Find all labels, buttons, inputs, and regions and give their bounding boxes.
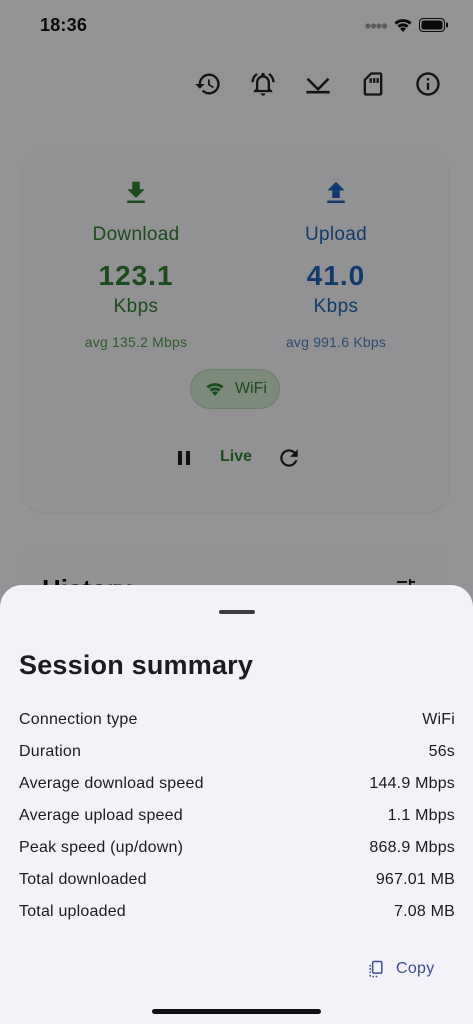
summary-row: Total uploaded 7.08 MB	[19, 899, 455, 931]
summary-row-value: 144.9 Mbps	[369, 775, 455, 792]
sheet-title: Session summary	[19, 650, 254, 680]
summary-row: Average upload speed 1.1 Mbps	[19, 803, 455, 835]
summary-row-value: WiFi	[422, 711, 455, 728]
summary-row-label: Peak speed (up/down)	[19, 839, 184, 856]
summary-row: Duration 56s	[19, 739, 455, 771]
summary-list: Connection type WiFi Duration 56s Averag…	[19, 707, 455, 931]
summary-row-value: 967.01 MB	[375, 871, 455, 888]
summary-row-label: Total downloaded	[19, 871, 147, 888]
copy-button-label: Copy	[396, 960, 435, 977]
sheet-drag-handle[interactable]	[219, 610, 255, 614]
summary-row-value: 56s	[428, 743, 455, 760]
summary-row-label: Total uploaded	[19, 903, 126, 920]
copy-icon	[369, 960, 383, 978]
summary-row-label: Duration	[19, 743, 82, 760]
copy-button[interactable]: Copy	[360, 953, 450, 985]
summary-row: Connection type WiFi	[19, 707, 455, 739]
summary-row: Peak speed (up/down) 868.9 Mbps	[19, 835, 455, 867]
summary-row: Total downloaded 967.01 MB	[19, 867, 455, 899]
summary-row-label: Average upload speed	[19, 807, 183, 824]
home-indicator	[152, 1009, 321, 1014]
summary-row-label: Connection type	[19, 711, 138, 728]
summary-row-value: 1.1 Mbps	[387, 807, 455, 824]
summary-row-label: Average download speed	[19, 775, 204, 792]
session-summary-sheet: Session summary Connection type WiFi Dur…	[0, 585, 473, 1024]
summary-row-value: 7.08 MB	[394, 903, 455, 920]
summary-row: Average download speed 144.9 Mbps	[19, 771, 455, 803]
summary-row-value: 868.9 Mbps	[369, 839, 455, 856]
